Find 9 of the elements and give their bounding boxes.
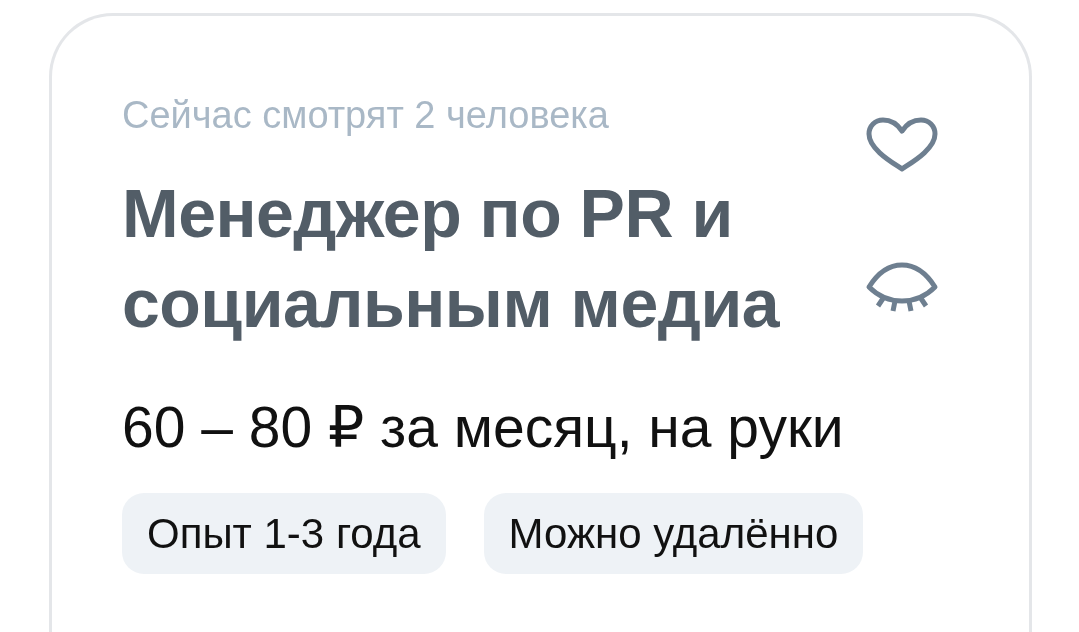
tag-chip: Можно удалённо xyxy=(483,493,864,574)
salary-text: 60 – 80 ₽ за месяц, на руки xyxy=(122,394,845,460)
viewers-note: Сейчас смотрят 2 человека xyxy=(122,93,610,138)
hide-button[interactable] xyxy=(865,261,939,313)
closed-eye-icon xyxy=(865,261,939,313)
vacancy-title[interactable]: Менеджер по PR и социальным медиа xyxy=(122,168,822,348)
tag-chip: Опыт 1-3 года xyxy=(122,493,446,574)
heart-icon xyxy=(865,117,939,173)
favorite-button[interactable] xyxy=(865,117,939,173)
